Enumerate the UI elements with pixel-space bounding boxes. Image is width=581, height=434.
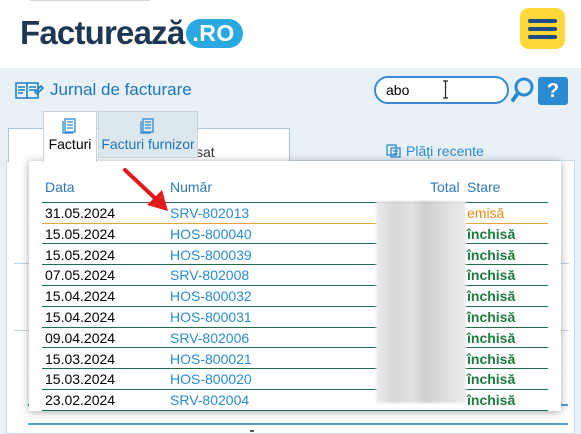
search-icon[interactable] (511, 77, 535, 103)
result-row[interactable]: 07.05.2024 SRV-802008 închisă (42, 265, 548, 287)
result-number-link[interactable]: HOS-800032 (170, 288, 252, 304)
result-number-link[interactable]: SRV-802008 (170, 267, 249, 283)
red-arrow (123, 168, 168, 211)
column-header-total: Total (430, 179, 460, 195)
tab-facturi-label: Facturi (48, 136, 92, 152)
payments-icon (386, 144, 401, 158)
supplier-invoice-icon (140, 118, 154, 134)
result-status: închisă (467, 371, 516, 388)
top-divider (30, 0, 150, 3)
divider (250, 430, 254, 432)
page-title-row: Jurnal de facturare (14, 78, 192, 102)
tab-facturi-furnizor-label: Facturi furnizor (101, 136, 195, 152)
journal-icon (15, 82, 44, 99)
tab-facturi[interactable]: Facturi (43, 111, 97, 162)
result-row[interactable]: 15.04.2024 HOS-800031 închisă (42, 307, 548, 328)
invoice-icon (62, 118, 76, 134)
column-header-stare: Stare (467, 179, 501, 195)
tab-plati-recente-label: Plăți recente (406, 143, 484, 159)
result-number-link[interactable]: SRV-802013 (170, 205, 249, 221)
result-status: închisă (467, 392, 516, 409)
result-number-link[interactable]: SRV-802006 (170, 330, 249, 346)
result-date: 15.04.2024 (45, 309, 116, 325)
result-row[interactable]: 15.05.2024 HOS-800040 închisă (42, 224, 548, 245)
result-date: 31.05.2024 (45, 205, 116, 221)
result-status: închisă (467, 267, 516, 284)
result-status: emisă (467, 205, 505, 221)
result-date: 15.05.2024 (45, 225, 116, 242)
result-row[interactable]: 23.02.2024 SRV-802004 închisă (42, 390, 548, 411)
column-header-numar: Număr (170, 179, 213, 195)
result-row[interactable]: 15.03.2024 HOS-800020 închisă (42, 369, 548, 391)
tab-plati-recente[interactable]: Plăți recente (386, 143, 484, 159)
result-status: închisă (467, 288, 516, 305)
result-date: 15.03.2024 (45, 350, 116, 367)
result-row[interactable]: 15.04.2024 HOS-800032 închisă (42, 286, 548, 307)
page-title: Jurnal de facturare (50, 80, 192, 99)
result-number-link[interactable]: HOS-800021 (170, 351, 252, 367)
result-row[interactable]: 15.03.2024 HOS-800021 închisă (42, 349, 548, 370)
help-button[interactable]: ? (538, 77, 568, 105)
menu-icon[interactable] (520, 8, 565, 49)
result-number-link[interactable]: HOS-800020 (170, 371, 252, 387)
result-number-link[interactable]: HOS-800040 (170, 226, 252, 242)
result-number-link[interactable]: HOS-800039 (170, 247, 252, 263)
logo-badge: .RO (186, 18, 243, 48)
result-status: închisă (467, 225, 516, 242)
result-date: 15.05.2024 (45, 246, 116, 263)
result-status: închisă (467, 350, 516, 367)
result-number-link[interactable]: HOS-800031 (170, 309, 252, 325)
tab-facturi-furnizor[interactable]: Facturi furnizor (98, 111, 198, 158)
column-header-data: Data (45, 179, 75, 195)
result-number-link[interactable]: SRV-802004 (170, 392, 249, 408)
result-status: închisă (467, 329, 516, 346)
result-row[interactable]: 31.05.2024 SRV-802013 emisă (42, 203, 548, 224)
result-date: 09.04.2024 (45, 329, 116, 346)
result-date: 23.02.2024 (45, 392, 116, 409)
background-tab-label: sat (196, 144, 215, 160)
result-row[interactable]: 15.05.2024 HOS-800039 închisă (42, 245, 548, 266)
result-row[interactable]: 09.04.2024 SRV-802006 închisă (42, 328, 548, 349)
result-date: 15.03.2024 (45, 371, 116, 388)
result-status: închisă (467, 246, 516, 263)
text-cursor-icon (443, 80, 448, 99)
logo-text: Facturează (20, 14, 185, 51)
divider (28, 423, 568, 425)
result-date: 15.04.2024 (45, 288, 116, 305)
total-redacted (376, 201, 466, 403)
search-results-dropdown: Data Număr Total Stare 31.05.2024 SRV-802… (29, 161, 561, 411)
app-header: Facturează .RO (0, 0, 581, 68)
result-date: 07.05.2024 (45, 267, 116, 284)
logo[interactable]: Facturează .RO (20, 12, 243, 54)
result-status: închisă (467, 309, 516, 325)
